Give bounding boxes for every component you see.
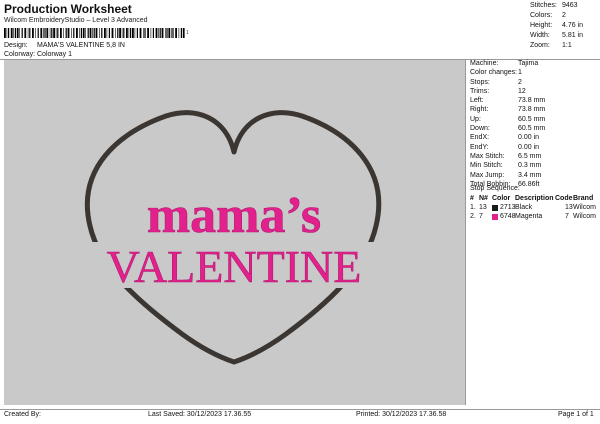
info-value: 73.8 mm: [518, 106, 546, 114]
stat-label: Stitches:: [530, 2, 557, 9]
info-value: 60.5 mm: [518, 125, 546, 133]
row-code: 7: [565, 213, 569, 220]
col-description: Description: [515, 195, 554, 202]
col-index: #: [470, 195, 474, 202]
info-value: 0.00 in: [518, 143, 540, 151]
row-color-code: 6748: [500, 213, 516, 220]
info-label: Right:: [470, 106, 489, 114]
colorway-name: Colorway 1: [37, 51, 73, 58]
machine-info: Machine: Tajima Color changes: 1 Stops: 2 Trim…: [470, 60, 598, 190]
stat-label: Colors:: [530, 12, 553, 19]
row-brand: Wilcom: [573, 204, 596, 211]
info-row: Machine: Tajima: [470, 60, 598, 69]
stat-value: 2: [562, 12, 566, 19]
info-row: Max Jump: 3.4 mm: [470, 172, 598, 181]
info-label: Color changes:: [470, 69, 518, 77]
stat-row: Stitches: 9463: [530, 2, 598, 12]
info-value: 73.8 mm: [518, 97, 546, 105]
software-name: Wilcom EmbroideryStudio – Level 3 Advanc…: [4, 17, 148, 24]
design-label: Design:: [4, 42, 28, 49]
row-index: 2.: [470, 213, 476, 220]
stat-value: 5.81 in: [562, 32, 584, 39]
info-row: Color changes: 1: [470, 69, 598, 78]
design-artwork: mama’s VALENTINE: [80, 110, 390, 365]
stop-sequence-title: Stop Sequence:: [470, 185, 520, 192]
stop-sequence-row: 1. 13 2713 Black 13 Wilcom: [470, 204, 598, 213]
info-value: 3.4 mm: [518, 171, 542, 179]
info-row: Min Stitch: 0.3 mm: [470, 162, 598, 171]
stat-label: Zoom:: [530, 42, 550, 49]
info-row: EndX: 0.00 in: [470, 134, 598, 143]
col-needle: N#: [479, 195, 488, 202]
info-label: Max Jump:: [470, 171, 505, 179]
design-preview: mama’s VALENTINE: [4, 60, 465, 405]
design-name: MAMA'S VALENTINE 5,8 IN: [37, 42, 125, 49]
info-row: Right: 73.8 mm: [470, 106, 598, 115]
stat-label: Height:: [530, 22, 553, 29]
stat-row: Width: 5.81 in: [530, 32, 598, 42]
info-row: EndY: 0.00 in: [470, 144, 598, 153]
info-label: EndX:: [470, 134, 490, 142]
info-label: Min Stitch:: [470, 162, 503, 170]
info-value: 1: [518, 69, 522, 77]
info-row: Trims: 12: [470, 88, 598, 97]
row-description: Magenta: [515, 213, 543, 220]
info-row: Stops: 2: [470, 79, 598, 88]
stat-value: 1:1: [562, 42, 572, 49]
col-code: Code: [555, 195, 573, 202]
last-saved: Last Saved: 30/12/2023 17.36.55: [148, 411, 252, 418]
row-brand: Wilcom: [573, 213, 596, 220]
info-label: Up:: [470, 115, 481, 123]
info-value: 12: [518, 87, 526, 95]
color-swatch: [492, 205, 498, 211]
info-value: 6.5 mm: [518, 152, 542, 160]
stats-summary: Stitches: 9463 Colors: 2 Height: 4.76 in Width…: [530, 2, 598, 52]
design-text-line2: VALENTINE: [107, 241, 362, 292]
info-label: EndY:: [470, 143, 489, 151]
info-row: Up: 60.5 mm: [470, 116, 598, 125]
info-value: 66.86ft: [518, 180, 540, 188]
info-label: Machine:: [470, 60, 499, 67]
stat-value: 4.76 in: [562, 22, 584, 29]
info-label: Down:: [470, 125, 490, 133]
printed-date: Printed: 30/12/2023 17.36.58: [356, 411, 447, 418]
barcode: [4, 28, 185, 38]
preview-divider: [465, 60, 466, 405]
info-value: Tajima: [518, 60, 539, 67]
worksheet-title: Production Worksheet: [4, 2, 132, 16]
col-brand: Brand: [573, 195, 594, 202]
row-description: Black: [515, 204, 533, 211]
row-color-code: 2713: [500, 204, 516, 211]
row-index: 1.: [470, 204, 476, 211]
info-label: Max Stitch:: [470, 152, 505, 160]
page-number: Page 1 of 1: [558, 411, 594, 418]
footer-divider: [0, 409, 600, 410]
stat-row: Zoom: 1:1: [530, 42, 598, 52]
colorway-label: Colorway:: [4, 51, 36, 58]
info-value: 60.5 mm: [518, 115, 546, 123]
design-text-line1: mama’s: [147, 187, 321, 244]
stat-value: 9463: [562, 2, 578, 9]
info-row: Down: 60.5 mm: [470, 125, 598, 134]
info-value: 2: [518, 78, 522, 86]
info-row: Max Stitch: 6.5 mm: [470, 153, 598, 162]
stop-sequence-row: 2. 7 6748 Magenta 7 Wilcom: [470, 213, 598, 222]
stat-row: Colors: 2: [530, 12, 598, 22]
col-color: Color: [492, 195, 511, 202]
stop-sequence-header: # N# Color Description Code Brand: [470, 195, 598, 204]
info-row: Left: 73.8 mm: [470, 97, 598, 106]
barcode-number: 1: [186, 30, 189, 36]
row-needle: 7: [479, 213, 483, 220]
info-label: Left:: [470, 97, 484, 105]
info-value: 0.00 in: [518, 134, 540, 142]
row-code: 13: [565, 204, 573, 211]
stat-row: Height: 4.76 in: [530, 22, 598, 32]
stat-label: Width:: [530, 32, 550, 39]
info-label: Stops:: [470, 78, 490, 86]
info-value: 0.3 mm: [518, 162, 542, 170]
created-by: Created By:: [4, 411, 41, 418]
row-needle: 13: [479, 204, 487, 211]
color-swatch: [492, 214, 498, 220]
info-label: Trims:: [470, 87, 490, 95]
